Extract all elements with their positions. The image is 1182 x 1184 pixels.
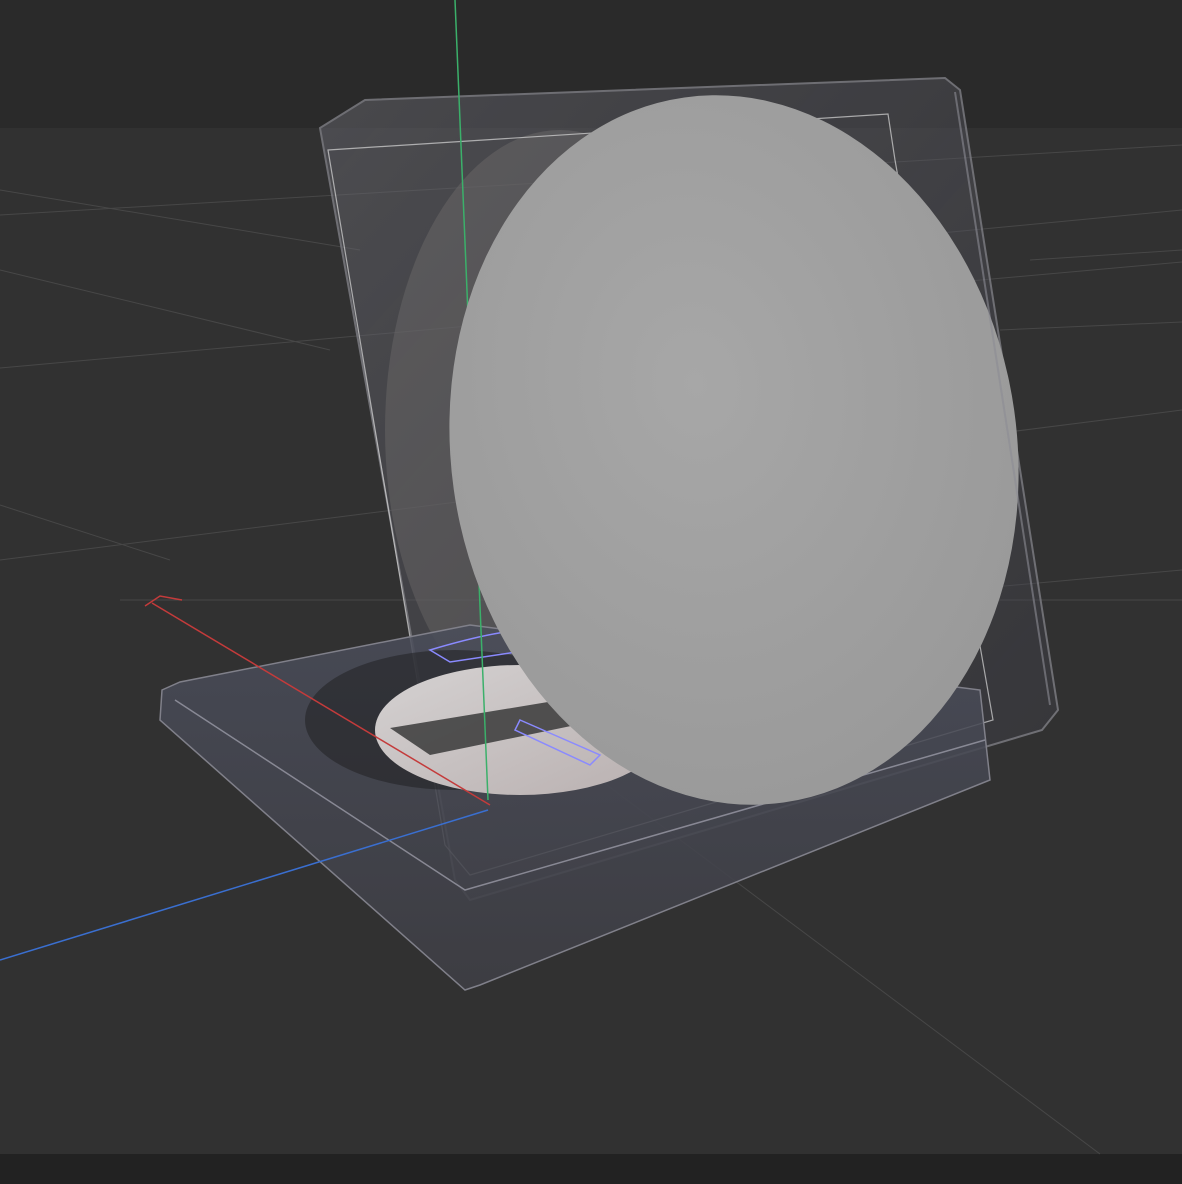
viewport-scene[interactable] [0, 0, 1182, 1184]
blender-style-app [0, 0, 1182, 1184]
axis-x-arrow [144, 595, 183, 607]
